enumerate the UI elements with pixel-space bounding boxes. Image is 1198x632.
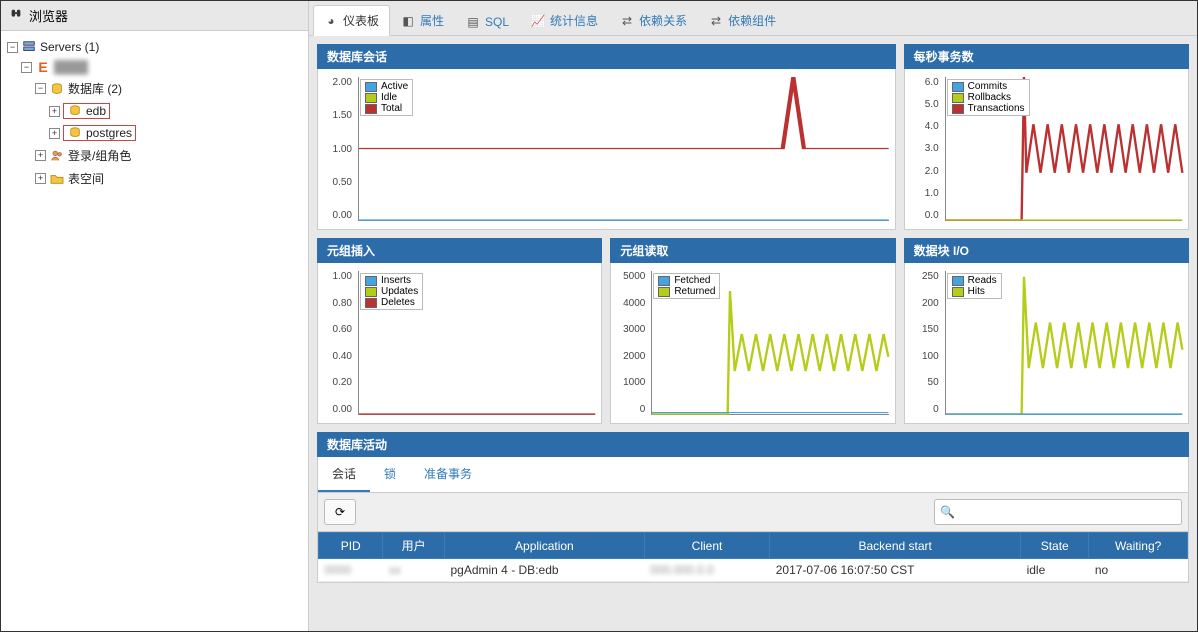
tree-db-edb[interactable]: + edb <box>47 102 304 120</box>
tab-dependents[interactable]: ⇄依赖组件 <box>698 5 787 35</box>
roles-icon <box>49 149 65 163</box>
dependents-icon: ⇄ <box>709 14 723 28</box>
deps-icon: ⇄ <box>620 14 634 28</box>
panel-sessions: 数据库会话 2.001.501.000.500.00 Active Idle T… <box>317 44 896 230</box>
binoculars-icon <box>9 7 23 24</box>
browser-title: 浏览器 <box>29 6 68 25</box>
search-icon: 🔍 <box>940 505 955 519</box>
panel-tuples-in: 元组插入 1.000.800.600.400.200.00 Inserts Up… <box>317 238 602 424</box>
tuples-out-chart: 500040003000200010000 Fetched Returned <box>615 267 890 419</box>
tuples-in-chart: 1.000.800.600.400.200.00 Inserts Updates… <box>322 267 597 419</box>
tab-sql[interactable]: ▤SQL <box>455 8 520 35</box>
pid-cell: 0000 <box>325 563 352 577</box>
dashboard-grid: 数据库会话 2.001.501.000.500.00 Active Idle T… <box>309 36 1197 432</box>
expand-icon[interactable]: + <box>49 106 60 117</box>
dashboard-icon: ◕ <box>324 14 338 28</box>
activity-tab-sessions[interactable]: 会话 <box>318 457 370 492</box>
panel-tuples-out: 元组读取 500040003000200010000 Fetched Retur… <box>610 238 895 424</box>
panel-activity: 数据库活动 会话 锁 准备事务 ⟳ 🔍 PID 用 <box>317 432 1189 583</box>
collapse-icon[interactable]: − <box>35 83 46 94</box>
table-row[interactable]: 0000 xx pgAdmin 4 - DB:edb 000.000.0.0 2… <box>319 559 1188 582</box>
block-io-chart: 250200150100500 Reads Hits <box>909 267 1184 419</box>
sql-icon: ▤ <box>466 15 480 29</box>
properties-icon: ◧ <box>401 14 415 28</box>
tab-dependencies[interactable]: ⇄依赖关系 <box>609 5 698 35</box>
server-e-icon: E <box>35 60 51 74</box>
panel-block-io: 数据块 I/O 250200150100500 Reads Hits <box>904 238 1189 424</box>
client-cell: 000.000.0.0 <box>650 563 713 577</box>
stats-icon: 📈 <box>531 14 545 28</box>
tree-tablespaces[interactable]: + 表空间 <box>33 169 304 188</box>
search-input[interactable] <box>934 499 1182 525</box>
main: ◕仪表板 ◧属性 ▤SQL 📈统计信息 ⇄依赖关系 ⇄依赖组件 数据库会话 2.… <box>309 1 1197 631</box>
tree-servers[interactable]: − Servers (1) <box>5 39 304 55</box>
tps-chart: 6.05.04.03.02.01.00.0 Commits Rollbacks … <box>909 73 1184 225</box>
panel-tps: 每秒事务数 6.05.04.03.02.01.00.0 Commits Roll… <box>904 44 1189 230</box>
browser-sidebar: 浏览器 − Servers (1) − E ████ − <box>1 1 309 631</box>
tree-server[interactable]: − E ████ <box>19 59 304 75</box>
tab-stats[interactable]: 📈统计信息 <box>520 5 609 35</box>
collapse-icon[interactable]: − <box>21 62 32 73</box>
refresh-button[interactable]: ⟳ <box>324 499 356 525</box>
tab-properties[interactable]: ◧属性 <box>390 5 455 35</box>
user-cell: xx <box>389 563 401 577</box>
database-icon <box>67 104 83 118</box>
activity-tab-prepared[interactable]: 准备事务 <box>410 457 486 492</box>
database-icon <box>67 126 83 140</box>
expand-icon[interactable]: + <box>35 173 46 184</box>
tree-roles[interactable]: + 登录/组角色 <box>33 146 304 165</box>
tree: − Servers (1) − E ████ − 数据库 (2) <box>1 31 308 631</box>
sessions-chart: 2.001.501.000.500.00 Active Idle Total <box>322 73 891 225</box>
activity-tab-locks[interactable]: 锁 <box>370 457 410 492</box>
browser-header: 浏览器 <box>1 1 308 31</box>
database-group-icon <box>49 82 65 96</box>
tree-databases[interactable]: − 数据库 (2) <box>33 79 304 98</box>
main-tabbar: ◕仪表板 ◧属性 ▤SQL 📈统计信息 ⇄依赖关系 ⇄依赖组件 <box>309 1 1197 36</box>
expand-icon[interactable]: + <box>49 128 60 139</box>
server-name-blurred: ████ <box>54 60 88 74</box>
refresh-icon: ⟳ <box>335 505 345 519</box>
collapse-icon[interactable]: − <box>7 42 18 53</box>
folder-icon <box>49 172 65 186</box>
activity-table: PID 用户 Application Client Backend start … <box>318 532 1188 582</box>
activity-tabs: 会话 锁 准备事务 <box>318 457 1188 493</box>
tree-db-postgres[interactable]: + postgres <box>47 124 304 142</box>
tab-dashboard[interactable]: ◕仪表板 <box>313 5 390 36</box>
server-group-icon <box>21 40 37 54</box>
expand-icon[interactable]: + <box>35 150 46 161</box>
